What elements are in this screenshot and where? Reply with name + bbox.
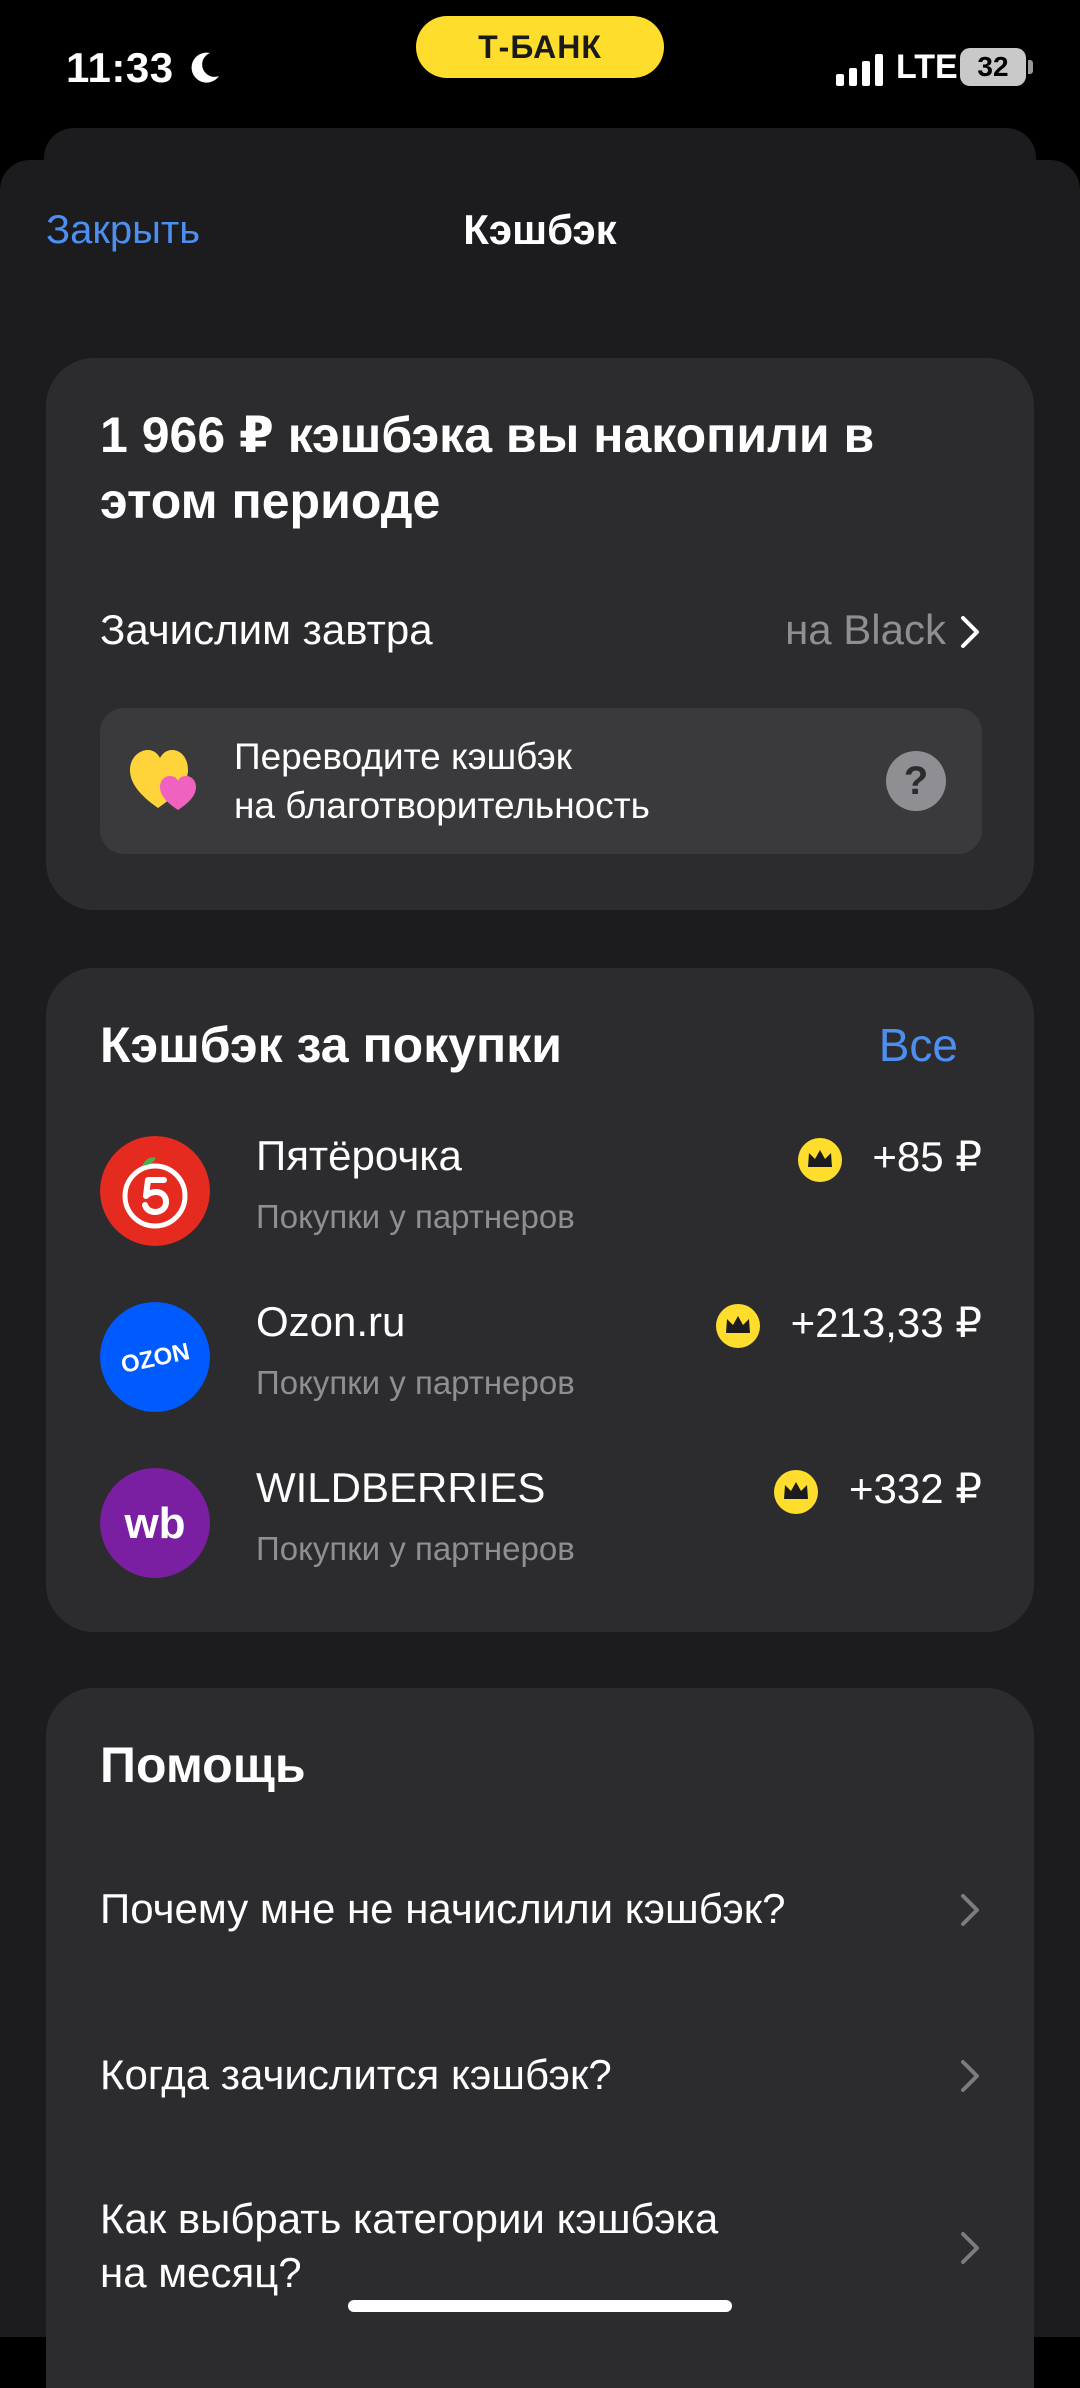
moon-icon: [191, 52, 219, 83]
faq-question-line-1: Как выбрать категории кэшбэка: [100, 2195, 719, 2242]
bank-logo-pill: Т-БАНК: [416, 16, 664, 78]
purchases-cashback-card: Кэшбэк за покупки Все Пятёрочка Покупки …: [46, 968, 1034, 1632]
faq-question: Когда зачислится кэшбэк?: [100, 2048, 880, 2102]
merchant-row-wildberries[interactable]: wb WILDBERRIES Покупки у партнеров +332 …: [100, 1460, 982, 1584]
credit-date-label: Зачислим завтра: [100, 606, 433, 653]
credit-destination-row[interactable]: Зачислим завтра на Black: [100, 600, 982, 660]
battery-tip: [1028, 60, 1033, 74]
crown-icon: [716, 1304, 760, 1348]
merchant-subtitle: Покупки у партнеров: [256, 1530, 575, 1567]
home-indicator[interactable]: [348, 2300, 732, 2312]
faq-question: Почему мне не начислили кэшбэк?: [100, 1882, 880, 1936]
battery-indicator: 32: [960, 48, 1026, 86]
heart-icon: [130, 750, 196, 810]
network-label: LTE: [896, 48, 958, 86]
crown-icon: [798, 1138, 842, 1182]
merchant-name: WILDBERRIES: [256, 1464, 546, 1511]
status-time: 11:33: [66, 44, 174, 91]
charity-text: Переводите кэшбэк на благотворительность: [234, 732, 854, 830]
charity-text-line-2: на благотворительность: [234, 785, 650, 826]
chevron-right-icon: [961, 2060, 979, 2092]
merchant-subtitle: Покупки у партнеров: [256, 1364, 575, 1401]
pyaterochka-logo-icon: [100, 1136, 210, 1246]
see-all-link[interactable]: Все: [879, 1018, 958, 1072]
chevron-right-icon: [961, 616, 979, 648]
help-section-title: Помощь: [100, 1737, 306, 1793]
question-icon[interactable]: ?: [886, 751, 946, 811]
charity-text-line-1: Переводите кэшбэк: [234, 736, 572, 777]
charity-banner[interactable]: Переводите кэшбэк на благотворительность…: [100, 708, 982, 854]
cashback-amount: +213,33 ₽: [790, 1299, 982, 1346]
purchases-section-title: Кэшбэк за покупки: [100, 1017, 562, 1073]
close-button[interactable]: Закрыть: [46, 208, 200, 253]
faq-question-line-1: Почему мне не начислили кэшбэк?: [100, 1885, 786, 1932]
merchant-name: Пятёрочка: [256, 1132, 462, 1179]
chevron-right-icon: [961, 2232, 979, 2264]
help-card: Помощь Почему мне не начислили кэшбэк? К…: [46, 1688, 1034, 2388]
cashback-amount: +85 ₽: [872, 1133, 982, 1180]
faq-item[interactable]: Почему мне не начислили кэшбэк?: [100, 1860, 982, 1960]
ozon-logo-icon: OZON: [100, 1302, 210, 1412]
cashback-sheet: Кэшбэк Закрыть 1 966 ₽ кэшбэка вы накопи…: [0, 160, 1080, 2388]
cashback-amount: +332 ₽: [849, 1465, 982, 1512]
crown-icon: [774, 1470, 818, 1514]
cashback-total-title: 1 966 ₽ кэшбэка вы накопили в этом перио…: [100, 407, 875, 529]
status-bar: 11:33 Т-БАНК LTE 32: [0, 0, 1080, 140]
wildberries-logo-text: wb: [123, 1499, 185, 1548]
faq-question-line-1: Когда зачислится кэшбэк?: [100, 2051, 612, 2098]
signal-icon: [836, 54, 883, 86]
faq-question-line-2: на месяц?: [100, 2249, 302, 2296]
faq-item[interactable]: Когда зачислится кэшбэк?: [100, 2026, 982, 2126]
cashback-summary-card: 1 966 ₽ кэшбэка вы накопили в этом перио…: [46, 358, 1034, 910]
faq-question: Как выбрать категории кэшбэка на месяц?: [100, 2192, 880, 2300]
merchant-subtitle: Покупки у партнеров: [256, 1198, 575, 1235]
merchant-row-ozon[interactable]: OZON Ozon.ru Покупки у партнеров +213,33…: [100, 1294, 982, 1418]
chevron-right-icon: [961, 1894, 979, 1926]
merchant-name: Ozon.ru: [256, 1298, 406, 1345]
wildberries-logo-icon: wb: [100, 1468, 210, 1578]
credit-account-label: на Black: [785, 606, 946, 653]
merchant-row-pyaterochka[interactable]: Пятёрочка Покупки у партнеров +85 ₽: [100, 1128, 982, 1252]
